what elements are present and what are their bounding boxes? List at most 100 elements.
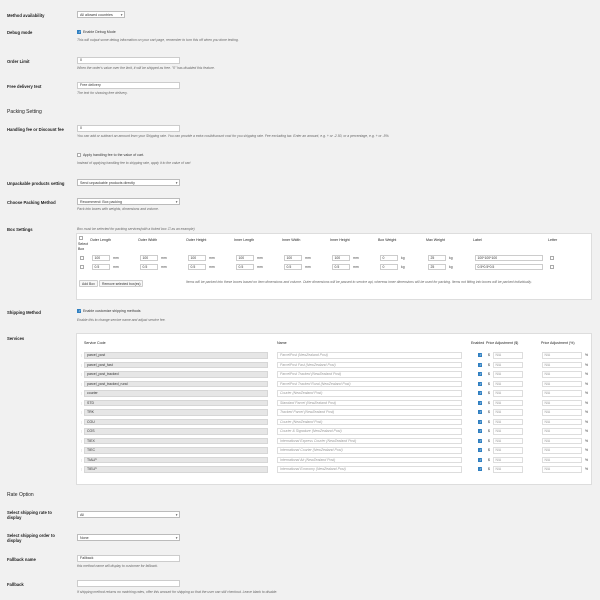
service-name-input-1[interactable]: ParcelPost (NewZealand Post) xyxy=(277,352,462,359)
box-row-1-letter-checkbox[interactable] xyxy=(550,256,554,260)
box-row-1-inner-length[interactable]: 100 xyxy=(236,255,254,261)
add-box-button[interactable]: Add Box xyxy=(79,280,98,287)
service-price-adj-input-13[interactable]: N/A xyxy=(493,466,523,473)
service-name-input-13[interactable]: International Economy (NewZealand Post) xyxy=(277,466,462,473)
box-row-1-outer-length[interactable]: 100 xyxy=(92,255,110,261)
service-price-adj-pct-input-10[interactable]: N/A xyxy=(542,437,582,444)
box-row-1-outer-height[interactable]: 100 xyxy=(188,255,206,261)
drag-handle-icon[interactable]: ⋮ xyxy=(80,391,83,395)
service-price-adj-pct-input-1[interactable]: N/A xyxy=(542,352,582,359)
box-row-2-box-weight[interactable]: 0 xyxy=(380,264,398,270)
service-enabled-checkbox-6[interactable] xyxy=(478,400,482,405)
service-enabled-checkbox-7[interactable] xyxy=(478,410,482,414)
service-name-input-10[interactable]: International Express Courier (NewZealan… xyxy=(277,437,462,444)
select-order-select[interactable]: None xyxy=(77,534,180,541)
service-enabled-checkbox-9[interactable] xyxy=(478,429,482,433)
service-enabled-checkbox-4[interactable] xyxy=(478,381,482,386)
service-price-adj-pct-input-13[interactable]: N/A xyxy=(542,466,582,473)
drag-handle-icon[interactable]: ⋮ xyxy=(80,448,83,452)
service-price-adj-input-3[interactable]: N/A xyxy=(493,371,523,378)
box-row-2-inner-width[interactable]: 0.5 xyxy=(284,264,302,270)
service-enabled-checkbox-2[interactable] xyxy=(478,362,482,367)
box-row-2-label[interactable]: 0.5*0.5*0.5 xyxy=(475,264,543,270)
box-row-1-inner-height[interactable]: 100 xyxy=(332,255,350,261)
drag-handle-icon[interactable]: ⋮ xyxy=(80,439,83,443)
service-name-input-6[interactable]: Standard Parcel (NewZealand Post) xyxy=(277,399,462,406)
service-price-adj-input-1[interactable]: N/A xyxy=(493,352,523,359)
service-enabled-checkbox-1[interactable] xyxy=(478,353,482,357)
service-price-adj-input-5[interactable]: N/A xyxy=(493,390,523,397)
service-name-input-3[interactable]: ParcelPost Tracked (NewZealand Post) xyxy=(277,371,462,378)
service-price-adj-input-10[interactable]: N/A xyxy=(493,437,523,444)
service-price-adj-pct-input-3[interactable]: N/A xyxy=(542,371,582,378)
fallback-input[interactable] xyxy=(77,580,180,587)
service-price-adj-pct-input-5[interactable]: N/A xyxy=(542,390,582,397)
service-price-adj-pct-input-4[interactable]: N/A xyxy=(542,380,582,387)
method-availability-select[interactable]: All allowed countries xyxy=(77,11,125,18)
box-row-1-max-weight[interactable]: 25 xyxy=(428,255,446,261)
drag-handle-icon[interactable]: ⋮ xyxy=(80,410,83,414)
service-price-adj-input-11[interactable]: N/A xyxy=(493,447,523,454)
service-name-input-12[interactable]: International Air (NewZealand Post) xyxy=(277,456,462,463)
box-row-1-checkbox[interactable] xyxy=(80,256,84,260)
service-price-adj-pct-input-12[interactable]: N/A xyxy=(542,456,582,463)
box-row-2-inner-length[interactable]: 0.5 xyxy=(236,264,254,270)
debug-mode-checkbox[interactable] xyxy=(77,30,81,34)
select-rate-select[interactable]: All xyxy=(77,511,180,518)
box-row-2-outer-width[interactable]: 0.5 xyxy=(140,264,158,270)
drag-handle-icon[interactable]: ⋮ xyxy=(80,353,83,357)
drag-handle-icon[interactable]: ⋮ xyxy=(80,429,83,433)
drag-handle-icon[interactable]: ⋮ xyxy=(80,382,83,386)
box-row-2-outer-height[interactable]: 0.5 xyxy=(188,264,206,270)
service-price-adj-pct-input-11[interactable]: N/A xyxy=(542,447,582,454)
service-enabled-checkbox-5[interactable] xyxy=(478,391,482,395)
service-name-input-5[interactable]: Courier (NewZealand Post) xyxy=(277,390,462,397)
drag-handle-icon[interactable]: ⋮ xyxy=(80,363,83,367)
service-enabled-checkbox-11[interactable] xyxy=(478,448,482,452)
free-delivery-input[interactable]: Free delivery xyxy=(77,82,180,89)
service-price-adj-pct-input-2[interactable]: N/A xyxy=(542,361,582,368)
service-price-adj-input-2[interactable]: N/A xyxy=(493,361,523,368)
box-row-1-inner-width[interactable]: 100 xyxy=(284,255,302,261)
drag-handle-icon[interactable]: ⋮ xyxy=(80,372,83,376)
service-price-adj-pct-input-9[interactable]: N/A xyxy=(542,428,582,435)
service-enabled-checkbox-10[interactable] xyxy=(478,438,482,443)
service-name-input-2[interactable]: ParcelPost Fast (NewZealand Post) xyxy=(277,361,462,368)
box-row-2-outer-length[interactable]: 0.5 xyxy=(92,264,110,270)
fallback-name-input[interactable]: Fallback xyxy=(77,555,180,562)
handling-fee-input[interactable]: 0 xyxy=(77,125,180,132)
box-row-1-box-weight[interactable]: 0 xyxy=(380,255,398,261)
drag-handle-icon[interactable]: ⋮ xyxy=(80,401,83,405)
service-enabled-checkbox-8[interactable] xyxy=(478,419,482,424)
service-name-input-8[interactable]: Courier (NewZealand Post) xyxy=(277,418,462,425)
service-name-input-9[interactable]: Courier & Signature (NewZealand Post) xyxy=(277,428,462,435)
service-enabled-checkbox-12[interactable] xyxy=(478,457,482,462)
drag-handle-icon[interactable]: ⋮ xyxy=(80,467,83,471)
service-name-input-11[interactable]: International Courier (NewZealand Post) xyxy=(277,447,462,454)
order-limit-input[interactable]: 0 xyxy=(77,57,180,64)
service-price-adj-pct-input-8[interactable]: N/A xyxy=(542,418,582,425)
service-price-adj-pct-input-7[interactable]: N/A xyxy=(542,409,582,416)
box-row-2-letter-checkbox[interactable] xyxy=(550,265,554,269)
service-price-adj-pct-input-6[interactable]: N/A xyxy=(542,399,582,406)
shipping-method-checkbox[interactable] xyxy=(77,309,81,313)
box-row-2-inner-height[interactable]: 0.5 xyxy=(332,264,350,270)
box-row-2-checkbox[interactable] xyxy=(80,265,84,269)
box-row-1-label[interactable]: 100*100*100 xyxy=(475,255,543,261)
service-price-adj-input-4[interactable]: N/A xyxy=(493,380,523,387)
service-enabled-checkbox-13[interactable] xyxy=(478,467,482,471)
select-all-boxes-checkbox[interactable] xyxy=(79,236,83,240)
service-name-input-7[interactable]: Tracked Parcel (NewZealand Post) xyxy=(277,409,462,416)
service-name-input-4[interactable]: ParcelPost Tracked Rural (NewZealand Pos… xyxy=(277,380,462,387)
service-price-adj-input-8[interactable]: N/A xyxy=(493,418,523,425)
drag-handle-icon[interactable]: ⋮ xyxy=(80,458,83,462)
service-price-adj-input-6[interactable]: N/A xyxy=(493,399,523,406)
packing-method-select[interactable]: Recommend: Box packing xyxy=(77,198,180,205)
unpackable-select[interactable]: Send unpackable products directly xyxy=(77,179,180,186)
apply-handling-fee-checkbox[interactable] xyxy=(77,153,81,157)
service-enabled-checkbox-3[interactable] xyxy=(478,372,482,376)
service-price-adj-input-12[interactable]: N/A xyxy=(493,456,523,463)
box-row-2-max-weight[interactable]: 25 xyxy=(428,264,446,270)
box-row-1-outer-width[interactable]: 100 xyxy=(140,255,158,261)
drag-handle-icon[interactable]: ⋮ xyxy=(80,420,83,424)
